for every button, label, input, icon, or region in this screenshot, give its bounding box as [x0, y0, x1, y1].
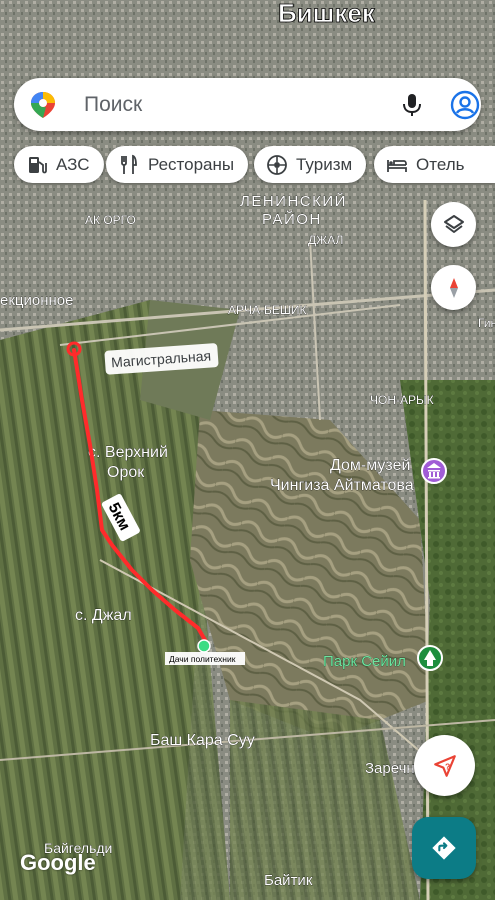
chip-hotels[interactable]: Отель [374, 146, 495, 183]
my-location-button[interactable]: ? [414, 735, 475, 796]
chip-label: Туризм [296, 154, 353, 174]
layers-icon [443, 214, 464, 233]
compass-button[interactable] [431, 265, 476, 310]
museum-marker-icon[interactable] [421, 458, 447, 484]
restaurant-icon [121, 154, 137, 174]
compass-icon [449, 277, 458, 298]
city-title: Бишкек [278, 0, 376, 28]
place-baytik: Байтик [264, 872, 313, 889]
place-ak-orgo: АК ОРГО [85, 213, 136, 227]
chip-restaurants[interactable]: Рестораны [106, 146, 249, 183]
place-verkhniy-orok-2: Орок [107, 464, 145, 481]
place-park-seyil: Парк Сейил [323, 653, 406, 670]
park-marker-icon[interactable] [417, 645, 443, 671]
chip-tourism[interactable]: Туризм [254, 146, 367, 183]
search-input[interactable]: Поиск [84, 93, 142, 117]
place-dzhal-village: с. Джал [75, 607, 132, 624]
place-verkhniy-orok: с. Верхний [88, 444, 168, 461]
chip-label: Рестораны [148, 154, 235, 174]
destination-marker[interactable] [197, 639, 211, 653]
search-bar[interactable]: Поиск [14, 78, 481, 131]
chip-gas-stations[interactable]: АЗС [14, 146, 104, 183]
layers-button[interactable] [431, 202, 476, 247]
place-dzhal-north: ДЖАЛ [308, 233, 343, 247]
place-ektsionnoe: екционное [0, 292, 73, 309]
place-gin: Гин [478, 316, 495, 330]
directions-button[interactable] [412, 817, 476, 879]
destination-label: Дачи политехник [169, 654, 236, 664]
place-zarechnoe: Заречн [365, 760, 415, 777]
account-icon[interactable] [450, 90, 480, 120]
directions-icon [432, 836, 456, 860]
place-chon-aryk: ЧОН-АРЫК [370, 393, 434, 407]
place-bash-kara-suu: Баш Кара Суу [150, 732, 255, 749]
google-maps-pin-icon [31, 92, 55, 118]
google-attribution: Google [20, 850, 96, 875]
district-label: ЛЕНИНСКИЙ [240, 192, 347, 210]
district-label-2: РАЙОН [262, 210, 322, 228]
place-archa-beshik: АРЧА-БЕШИК [228, 303, 307, 317]
place-dom-muzey: Дом-музей [330, 457, 410, 474]
attraction-icon [267, 154, 287, 175]
chip-label: Отель [416, 154, 465, 174]
my-location-icon: ? [433, 754, 456, 777]
place-dom-muzey-2: Чингиза Айтматова [270, 477, 414, 494]
svg-text:?: ? [445, 761, 450, 771]
gas-station-icon [29, 156, 47, 173]
mic-icon[interactable] [398, 91, 426, 119]
hotel-icon [387, 159, 407, 172]
chip-label: АЗС [56, 154, 90, 174]
